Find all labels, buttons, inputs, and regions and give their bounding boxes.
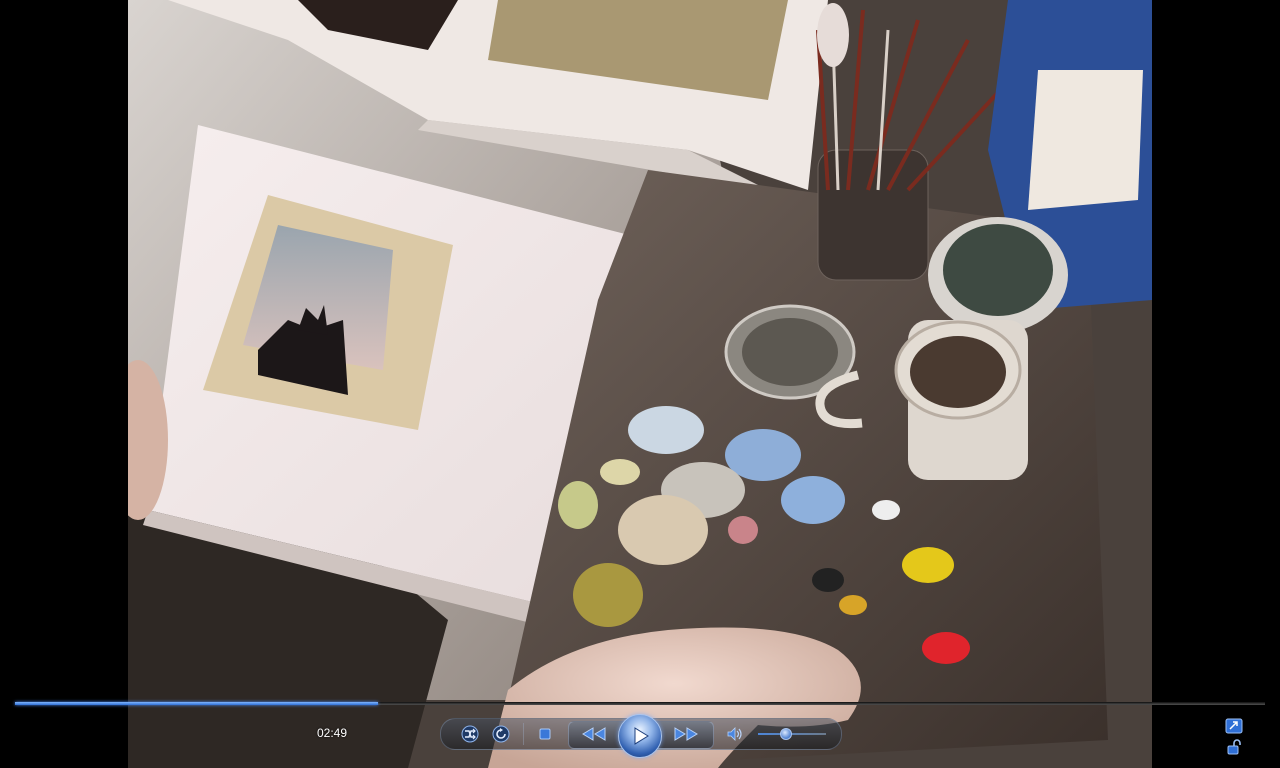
playback-controls: [440, 714, 842, 758]
seek-progress: [15, 702, 378, 705]
play-button[interactable]: [618, 714, 662, 758]
next-button[interactable]: [668, 724, 704, 744]
fast-forward-icon: [674, 727, 698, 741]
volume-slider[interactable]: [758, 727, 826, 741]
lock-button[interactable]: [1226, 739, 1242, 755]
volume-thumb[interactable]: [780, 728, 793, 740]
controls-divider: [523, 723, 524, 745]
mute-button[interactable]: [724, 724, 746, 744]
play-icon: [634, 727, 649, 745]
video-display[interactable]: [128, 0, 1152, 768]
shuffle-button[interactable]: [460, 724, 480, 744]
stop-button[interactable]: [536, 725, 554, 743]
speaker-icon: [727, 727, 742, 741]
repeat-icon: [492, 725, 510, 743]
previous-button[interactable]: [576, 724, 612, 744]
repeat-button[interactable]: [491, 724, 511, 744]
seek-bar[interactable]: [15, 701, 1265, 706]
media-player-window: 02:49: [0, 0, 1280, 768]
shuffle-icon: [461, 725, 479, 743]
switch-to-library-icon: [1225, 718, 1243, 734]
lock-icon: [1227, 739, 1241, 755]
elapsed-time: 02:49: [316, 726, 348, 740]
video-frame-image: [128, 0, 1152, 768]
rewind-icon: [582, 727, 606, 741]
stop-icon: [539, 728, 551, 740]
switch-to-library-button[interactable]: [1225, 718, 1243, 734]
